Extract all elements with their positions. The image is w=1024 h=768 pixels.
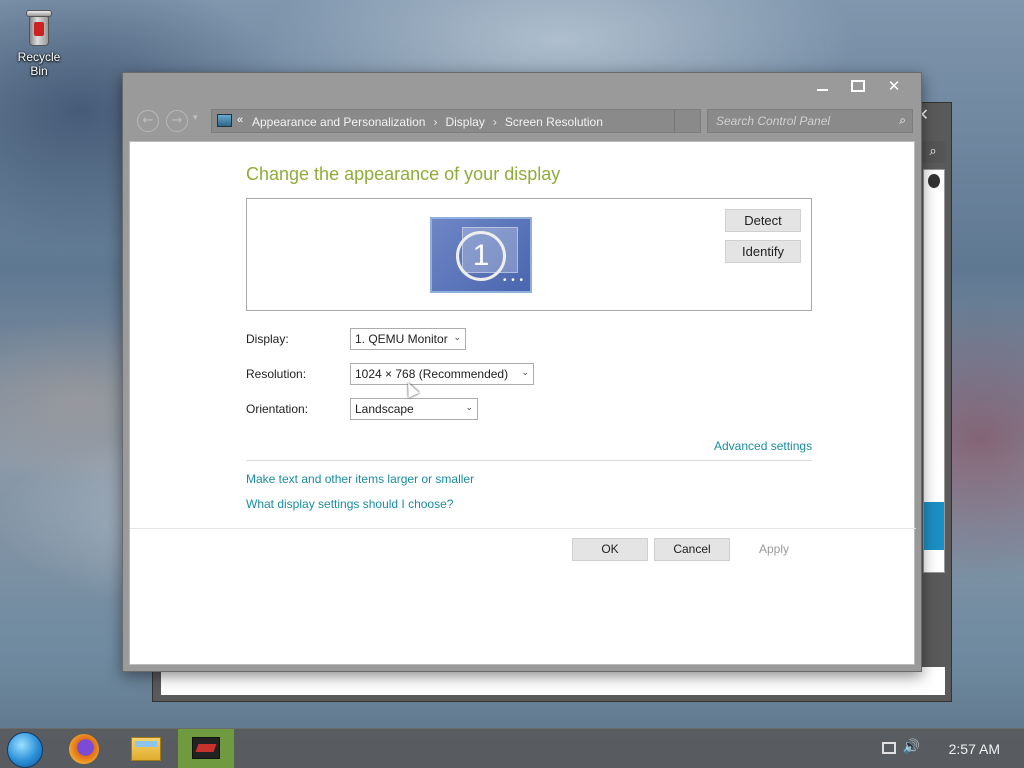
- network-icon[interactable]: [882, 742, 896, 754]
- navigation-bar: ← → ▾ « Appearance and Personalization ›…: [133, 107, 915, 135]
- orientation-value: Landscape: [355, 402, 414, 416]
- text-size-link[interactable]: Make text and other items larger or smal…: [246, 472, 474, 486]
- background-highlight: [924, 502, 944, 550]
- detect-button[interactable]: Detect: [725, 209, 801, 232]
- forward-button[interactable]: →: [166, 110, 188, 132]
- taskbar-firefox[interactable]: [56, 729, 112, 768]
- resolution-value: 1024 × 768 (Recommended): [355, 367, 509, 381]
- monitor-number: 1: [456, 231, 506, 281]
- background-search-icon[interactable]: ⌕: [921, 141, 945, 163]
- address-dropdown-button[interactable]: [674, 110, 700, 132]
- minimize-button[interactable]: [809, 75, 835, 97]
- file-explorer-icon: [131, 737, 161, 761]
- orientation-label: Orientation:: [246, 402, 309, 416]
- advanced-settings-link[interactable]: Advanced settings: [714, 439, 812, 453]
- breadcrumb-screen-resolution[interactable]: Screen Resolution: [505, 115, 603, 129]
- start-button[interactable]: [7, 732, 43, 768]
- control-panel-icon: [217, 114, 232, 127]
- cancel-button[interactable]: Cancel: [654, 538, 730, 561]
- chevron-down-icon: ⌄: [453, 332, 461, 342]
- firefox-icon: [69, 734, 99, 764]
- control-panel-icon: [192, 737, 220, 759]
- resolution-label: Resolution:: [246, 367, 307, 381]
- resolution-select[interactable]: 1024 × 768 (Recommended) ⌄: [350, 363, 534, 385]
- maximize-button[interactable]: [845, 75, 871, 97]
- chevron-down-icon: ⌄: [465, 402, 473, 412]
- breadcrumb-display[interactable]: Display: [445, 115, 484, 129]
- breadcrumb-overflow-icon[interactable]: «: [237, 114, 243, 126]
- breadcrumb-separator[interactable]: ›: [493, 115, 497, 129]
- page-title: Change the appearance of your display: [246, 164, 561, 184]
- display-help-link[interactable]: What display settings should I choose?: [246, 497, 453, 511]
- breadcrumb-separator[interactable]: ›: [433, 115, 437, 129]
- chevron-down-icon: ⌄: [521, 367, 529, 377]
- display-preview: 1 • • • Detect Identify: [246, 198, 812, 311]
- avatar: [928, 174, 940, 188]
- apply-button[interactable]: Apply: [736, 538, 812, 561]
- taskbar: 🔊 2:57 AM: [0, 728, 1024, 768]
- search-icon[interactable]: ⌕: [899, 113, 906, 128]
- address-bar[interactable]: « Appearance and Personalization › Displ…: [211, 109, 701, 133]
- back-button[interactable]: ←: [137, 110, 159, 132]
- display-value: 1. QEMU Monitor: [355, 332, 448, 346]
- monitor-dots: • • •: [502, 275, 524, 286]
- main-content: Change the appearance of your display 1 …: [129, 141, 916, 665]
- breadcrumb: Appearance and Personalization › Display…: [252, 115, 603, 129]
- divider: [130, 528, 916, 529]
- search-input[interactable]: [716, 113, 884, 129]
- close-button[interactable]: ✕: [881, 75, 907, 97]
- display-select[interactable]: 1. QEMU Monitor ⌄: [350, 328, 466, 350]
- ok-button[interactable]: OK: [572, 538, 648, 561]
- recycle-bin-label: Recycle Bin: [17, 50, 61, 78]
- divider: [246, 460, 812, 461]
- recent-pages-dropdown[interactable]: ▾: [193, 113, 198, 123]
- search-box[interactable]: ⌕: [707, 109, 913, 133]
- clock[interactable]: 2:57 AM: [949, 741, 1000, 757]
- background-window-content: [923, 169, 945, 573]
- display-label: Display:: [246, 332, 289, 346]
- taskbar-control-panel[interactable]: [178, 729, 234, 768]
- recycle-bin-icon: [26, 10, 52, 46]
- volume-icon[interactable]: 🔊: [903, 739, 920, 755]
- monitor-icon[interactable]: 1 • • •: [430, 217, 532, 293]
- screen-resolution-window: ✕ ← → ▾ « Appearance and Personalization…: [122, 72, 922, 672]
- breadcrumb-appearance[interactable]: Appearance and Personalization: [252, 115, 425, 129]
- taskbar-file-explorer[interactable]: [117, 729, 173, 768]
- recycle-bin-shortcut[interactable]: Recycle Bin: [8, 8, 70, 78]
- orientation-select[interactable]: Landscape ⌄: [350, 398, 478, 420]
- window-controls: ✕: [809, 75, 907, 97]
- identify-button[interactable]: Identify: [725, 240, 801, 263]
